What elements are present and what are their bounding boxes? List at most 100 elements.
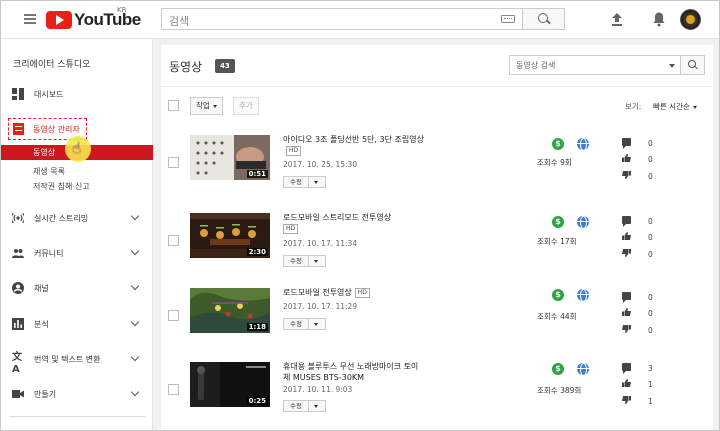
channel-icon <box>12 282 24 294</box>
chevron-down-icon[interactable] <box>130 352 140 362</box>
video-search-input[interactable]: 동영상 검색 <box>509 55 681 75</box>
comment-count: 0 <box>648 293 653 302</box>
edit-dropdown-button[interactable] <box>308 176 326 188</box>
video-search-button[interactable] <box>681 55 705 75</box>
public-globe-icon[interactable] <box>577 216 589 229</box>
video-thumbnail[interactable]: 0:25 <box>190 362 270 407</box>
community-icon <box>12 249 24 258</box>
sidebar-item-translate[interactable]: 文A 번역 및 텍스트 변환 <box>1 350 153 375</box>
monetization-icon[interactable]: $ <box>552 138 564 150</box>
sidebar-item-analytics[interactable]: 분석 <box>1 315 153 333</box>
select-all-checkbox[interactable] <box>168 100 179 111</box>
region-label: KR <box>117 6 127 14</box>
upload-icon[interactable] <box>610 12 624 27</box>
public-globe-icon[interactable] <box>577 289 589 302</box>
chevron-down-icon <box>212 104 217 108</box>
view-count: 조회수 389회 <box>537 386 582 395</box>
add-button[interactable]: 추가 <box>233 97 259 115</box>
video-search-placeholder: 동영상 검색 <box>516 61 556 70</box>
video-thumbnail[interactable]: 1:18 <box>190 288 270 333</box>
chevron-down-icon <box>692 105 697 109</box>
edit-button[interactable]: 수정 <box>283 318 309 330</box>
comment-icon <box>622 138 631 149</box>
hd-badge: HD <box>283 224 299 234</box>
video-title[interactable]: 로드모바일 스트리모드 전투영상 HD <box>283 212 425 234</box>
video-manager-panel: 동영상 43 동영상 검색 작업 추가 보기: 빠른 시간순 0:51 아이디오… <box>161 45 713 430</box>
like-count: 1 <box>648 380 653 389</box>
video-date: 2017. 10. 17. 11:29 <box>283 302 358 311</box>
bell-icon[interactable] <box>652 11 666 27</box>
edit-button[interactable]: 수정 <box>283 400 309 412</box>
chevron-down-icon[interactable] <box>130 281 140 291</box>
view-label: 보기: <box>625 102 642 111</box>
dislike-count: 1 <box>648 397 653 406</box>
hd-badge: HD <box>354 288 370 298</box>
edit-button-group: 수정 <box>283 400 326 412</box>
edit-button[interactable]: 수정 <box>283 176 309 188</box>
row-checkbox[interactable] <box>168 384 179 395</box>
like-icon <box>622 154 631 162</box>
edit-button[interactable]: 수정 <box>283 255 309 267</box>
video-date: 2017. 10. 11. 9:03 <box>283 385 353 394</box>
comment-icon <box>622 292 631 303</box>
sidebar-subitem-copyright[interactable]: 저작권 침해 신고 <box>33 181 90 192</box>
studio-title: 크리에이터 스튜디오 <box>13 60 91 70</box>
translate-icon: 文A <box>12 352 22 375</box>
video-title[interactable]: 로드모바일 전투영상 HD <box>283 287 425 298</box>
row-checkbox[interactable] <box>168 310 179 321</box>
menu-icon[interactable] <box>24 14 36 24</box>
edit-dropdown-button[interactable] <box>308 255 326 267</box>
chevron-down-icon[interactable] <box>669 64 675 68</box>
sidebar-item-dashboard[interactable]: 대시보드 <box>1 85 153 103</box>
sidebar-subitem-playlists[interactable]: 재생 목록 <box>33 166 65 177</box>
play-icon <box>46 11 72 29</box>
video-row: 0:25 휴대용 블루투스 무선 노래방마이크 토이체 MUSES BTS-30… <box>161 352 713 430</box>
video-row: 2:30 로드모바일 스트리모드 전투영상 HD 2017. 10. 17. 11… <box>161 203 713 283</box>
edit-dropdown-button[interactable] <box>308 318 326 330</box>
chevron-down-icon[interactable] <box>130 387 140 397</box>
video-duration: 2:30 <box>246 248 268 256</box>
dislike-count: 0 <box>648 326 653 335</box>
video-title[interactable]: 휴대용 블루투스 무선 노래방마이크 토이체 MUSES BTS-30KM <box>283 361 425 383</box>
search-button[interactable] <box>523 8 565 30</box>
chevron-down-icon[interactable] <box>130 317 140 327</box>
action-label: 작업 <box>196 101 210 110</box>
video-title-text: 휴대용 블루투스 무선 노래방마이크 토이체 MUSES BTS-30KM <box>283 362 419 382</box>
monetization-icon[interactable]: $ <box>552 363 564 375</box>
video-title[interactable]: 아이디오 3조 폴딩선반 5단, 3단 조립영상 HD <box>283 134 425 156</box>
sidebar-item-create[interactable]: 만들기 <box>1 385 153 403</box>
hd-badge: HD <box>286 146 302 156</box>
sidebar-item-live[interactable]: 실시간 스트리밍 <box>1 209 153 227</box>
video-thumbnail[interactable]: 0:51 <box>190 135 270 180</box>
chevron-down-icon[interactable] <box>130 211 140 221</box>
video-date: 2017. 10. 25. 15:30 <box>283 160 358 169</box>
public-globe-icon[interactable] <box>577 138 589 151</box>
sidebar-item-label: 동영상 관리자 <box>33 125 80 134</box>
video-thumbnail[interactable]: 2:30 <box>190 213 270 258</box>
video-date: 2017. 10. 17. 11:34 <box>283 239 358 248</box>
monetization-icon[interactable]: $ <box>552 289 564 301</box>
row-checkbox[interactable] <box>168 157 179 168</box>
monetization-icon[interactable]: $ <box>552 216 564 228</box>
edit-button-group: 수정 <box>283 318 326 330</box>
comment-count: 0 <box>648 139 653 148</box>
sort-dropdown[interactable]: 빠른 시간순 <box>653 101 697 112</box>
sidebar: 크리에이터 스튜디오 대시보드 동영상 관리자 동영상 재생 목록 저작권 침해… <box>1 39 153 430</box>
sidebar-item-channel[interactable]: 채널 <box>1 279 153 297</box>
public-globe-icon[interactable] <box>577 363 589 376</box>
search-input[interactable]: 검색 <box>161 8 523 30</box>
youtube-logo[interactable]: YouTube KR <box>46 6 141 30</box>
sidebar-item-label: 실시간 스트리밍 <box>34 213 89 223</box>
row-checkbox[interactable] <box>168 235 179 246</box>
action-dropdown[interactable]: 작업 <box>190 97 223 115</box>
keyboard-icon[interactable] <box>501 15 515 23</box>
avatar[interactable] <box>680 9 701 30</box>
sidebar-item-community[interactable]: 커뮤니티 <box>1 244 153 262</box>
chevron-down-icon[interactable] <box>130 246 140 256</box>
edit-dropdown-button[interactable] <box>308 400 326 412</box>
dashboard-icon <box>12 88 24 100</box>
comment-icon <box>622 363 631 374</box>
sidebar-item-label: 대시보드 <box>34 89 64 99</box>
like-icon <box>622 308 631 316</box>
sidebar-item-label: 번역 및 텍스트 변환 <box>34 354 101 364</box>
